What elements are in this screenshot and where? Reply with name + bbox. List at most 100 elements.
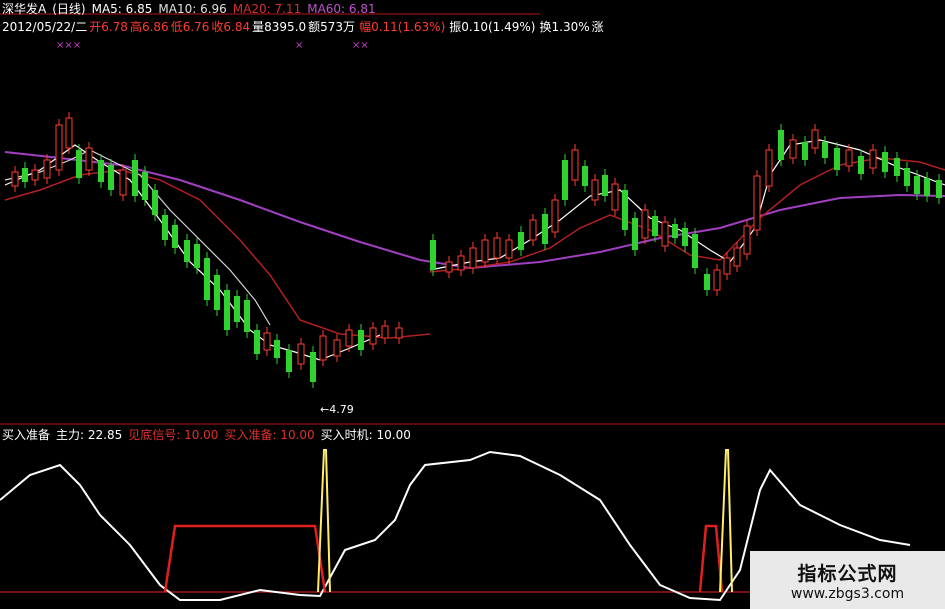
candle-body [119, 169, 127, 196]
watermark-url: www.zbgs3.com [790, 585, 905, 602]
candle-body [778, 130, 784, 160]
candle-body [765, 149, 773, 187]
watermark: 指标公式网 www.zbgs3.com [750, 551, 945, 609]
change-value: 幅0.11(1.63%) [359, 20, 446, 34]
candle-body [733, 247, 741, 267]
candle-body [571, 149, 579, 181]
candle-body [582, 166, 588, 186]
ma20-value: MA20: 7.11 [232, 2, 302, 16]
amplitude-value: 振0.10(1.49%) [449, 20, 536, 34]
candle-body [704, 274, 710, 290]
candle-body [882, 152, 888, 172]
candle-body [632, 218, 638, 250]
candle-body [822, 142, 828, 158]
signal-mark: ××× [56, 40, 82, 51]
truncated-label: 涨 [591, 20, 604, 34]
candle-body [869, 149, 877, 169]
candle-body [224, 290, 230, 330]
candle-body [493, 237, 501, 259]
candle-body [274, 340, 280, 358]
candle-body [204, 258, 210, 300]
signal-value: 见底信号: 10.00 [128, 428, 219, 442]
candle-body [652, 216, 658, 236]
candle-body [469, 247, 477, 269]
ma5-value: MA5: 6.85 [91, 2, 153, 16]
candle-body [55, 124, 63, 171]
ma-header: 深华发A (日线) MA5: 6.85 MA10: 6.96 MA20: 7.11 MA6… [2, 2, 382, 16]
candle-body [858, 156, 864, 174]
candle-body [286, 350, 292, 372]
candle-body [753, 175, 761, 231]
candle-body [551, 199, 559, 233]
candle-body [152, 190, 158, 215]
candle-body [445, 261, 453, 273]
candle-body [789, 139, 797, 159]
date-value: 2012/05/22/二 [2, 20, 88, 34]
candle-body [611, 183, 619, 211]
candle-body [542, 214, 548, 244]
candle-body [234, 296, 240, 322]
candle-body [395, 327, 403, 339]
candle-body [369, 327, 377, 345]
candlesticks [11, 112, 942, 388]
turnover-value: 换1.30% [539, 20, 590, 34]
candle-body [333, 339, 341, 357]
candle-body [263, 332, 271, 351]
candle-body [43, 159, 51, 179]
low-price-annotation: ←4.79 [320, 403, 354, 416]
prepare-value: 买入准备: 10.00 [224, 428, 315, 442]
candle-body [914, 176, 920, 194]
indicator-header: 买入准备 主力: 22.85 见底信号: 10.00 买入准备: 10.00 买入时机:… [2, 428, 417, 442]
timing-value: 买入时机: 10.00 [320, 428, 411, 442]
candle-body [31, 169, 39, 181]
candle-body [743, 225, 751, 255]
candle-body [162, 215, 168, 240]
candle-body [692, 234, 698, 268]
quote-header: 2012/05/22/二 开6.78 高6.86 低6.76 收6.84 量8395.0 额… [2, 20, 610, 34]
candle-body [529, 219, 537, 241]
kline-chart[interactable] [0, 0, 945, 609]
candle-body [244, 300, 250, 332]
main-force-value: 主力: 22.85 [56, 428, 123, 442]
low-value: 低6.76 [170, 20, 210, 34]
candle-body [310, 352, 316, 382]
candle-body [319, 335, 327, 361]
ma60-value: MA60: 6.81 [307, 2, 376, 16]
candle-body [713, 269, 721, 291]
candle-body [345, 329, 353, 347]
candle-body [924, 178, 930, 196]
timing-line [317, 449, 331, 593]
candle-body [214, 275, 220, 310]
candle-body [11, 171, 19, 187]
candle-body [622, 190, 628, 230]
candle-body [894, 158, 900, 176]
candle-body [172, 225, 178, 248]
open-value: 开6.78 [89, 20, 128, 34]
candle-body [661, 221, 669, 247]
timing-line [719, 449, 733, 593]
candle-body [430, 240, 436, 270]
candle-body [518, 232, 524, 250]
candle-body [85, 147, 93, 171]
candle-body [672, 224, 678, 238]
high-value: 高6.86 [129, 20, 169, 34]
candle-body [682, 228, 688, 246]
candle-body [254, 330, 260, 354]
watermark-title: 指标公式网 [797, 562, 898, 585]
volume-value: 量8395.0 [252, 20, 307, 34]
candle-body [505, 239, 513, 259]
candle-body [194, 244, 200, 268]
signal-mark: ×× [352, 40, 369, 51]
candle-body [358, 330, 364, 350]
candle-body [845, 149, 853, 167]
candle-body [76, 150, 82, 178]
ma10-value: MA10: 6.96 [158, 2, 227, 16]
candle-body [936, 180, 942, 198]
stock-name: 深华发A [2, 2, 47, 16]
candle-body [297, 343, 305, 365]
candle-body [723, 257, 731, 275]
candle-body [481, 239, 489, 263]
candle-body [811, 129, 819, 149]
candle-body [132, 160, 138, 196]
candle-body [641, 209, 649, 239]
